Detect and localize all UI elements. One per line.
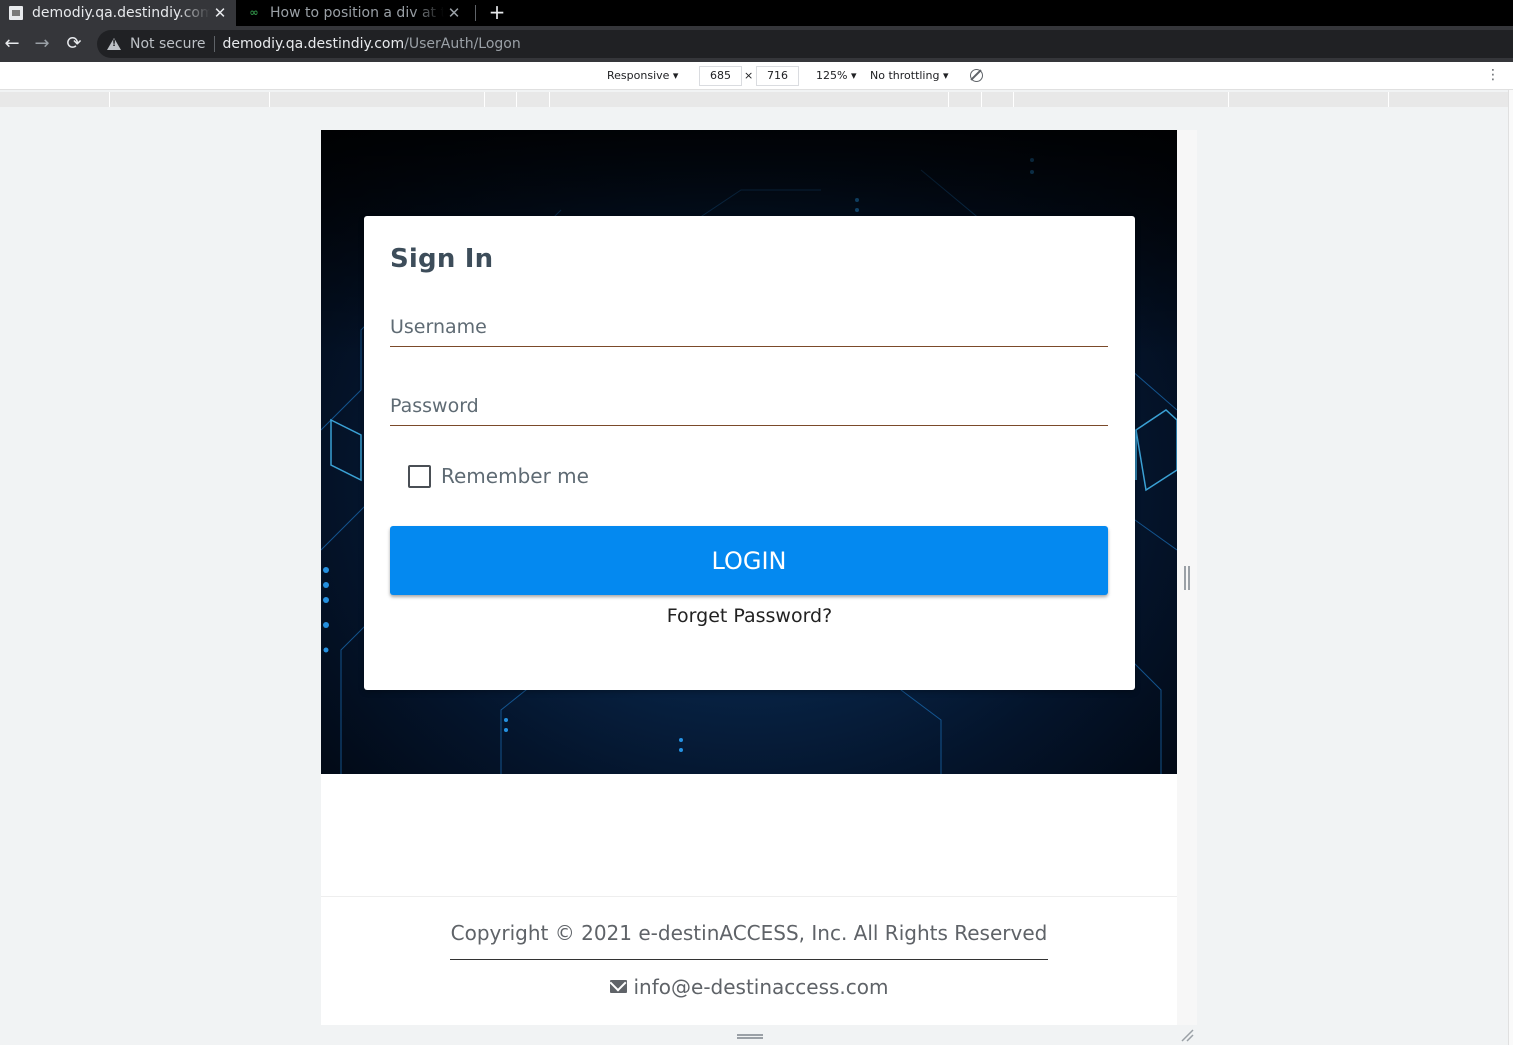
resize-corner-icon[interactable] bbox=[1180, 1028, 1194, 1042]
mail-icon bbox=[609, 980, 627, 993]
url-path: /UserAuth/Logon bbox=[404, 36, 521, 52]
forgot-password-link[interactable]: Forget Password? bbox=[364, 605, 1135, 627]
forward-icon[interactable]: → bbox=[30, 26, 54, 62]
throttling-select[interactable]: No throttling ▾ bbox=[870, 69, 948, 82]
device-toolbar: Responsive ▾ 685 × 716 125% ▾ No throttl… bbox=[0, 62, 1513, 90]
media-query-divider bbox=[948, 92, 949, 107]
hero-background: Sign In Remember me LOGIN Forget Passwor… bbox=[321, 130, 1177, 774]
reload-icon[interactable]: ⟳ bbox=[62, 26, 86, 62]
browser-toolbar: ← → ⟳ Not secure demodiy.qa.destindiy.co… bbox=[0, 26, 1513, 62]
copyright-block: Copyright © 2021 e-destinACCESS, Inc. Al… bbox=[321, 921, 1177, 960]
media-query-bar[interactable] bbox=[0, 92, 1508, 107]
new-tab-button[interactable]: + bbox=[484, 0, 510, 26]
close-tab-icon[interactable]: ✕ bbox=[210, 4, 230, 22]
media-query-divider bbox=[516, 92, 517, 107]
copyright-text: Copyright © 2021 e-destinACCESS, Inc. Al… bbox=[449, 921, 1049, 960]
login-button[interactable]: LOGIN bbox=[390, 526, 1108, 595]
media-query-divider bbox=[549, 92, 550, 107]
media-query-divider bbox=[109, 92, 110, 107]
password-input[interactable] bbox=[390, 388, 1108, 424]
page-favicon-icon bbox=[9, 6, 23, 20]
media-query-divider bbox=[1228, 92, 1229, 107]
page-footer: Copyright © 2021 e-destinACCESS, Inc. Al… bbox=[321, 896, 1177, 1025]
tab-title: How to position a div at the bbox=[270, 5, 444, 21]
warning-icon[interactable] bbox=[107, 38, 121, 50]
remember-me-option[interactable]: Remember me bbox=[408, 464, 589, 488]
media-query-divider bbox=[1013, 92, 1014, 107]
devtools-side-scrollbar[interactable] bbox=[1508, 90, 1513, 1045]
emulated-viewport: Sign In Remember me LOGIN Forget Passwor… bbox=[321, 130, 1177, 1025]
viewport-height-input[interactable]: 716 bbox=[756, 66, 799, 86]
back-icon[interactable]: ← bbox=[0, 26, 24, 62]
tab-title: demodiy.qa.destindiy.com bbox=[32, 5, 210, 21]
username-field[interactable] bbox=[390, 309, 1108, 347]
remember-me-checkbox[interactable] bbox=[408, 464, 431, 488]
resize-handle-right[interactable] bbox=[1184, 566, 1190, 590]
remember-me-label[interactable]: Remember me bbox=[441, 464, 589, 488]
email-link[interactable]: info@e-destinaccess.com bbox=[634, 975, 889, 999]
contact-email[interactable]: info@e-destinaccess.com bbox=[321, 975, 1177, 999]
signin-card: Sign In Remember me LOGIN Forget Passwor… bbox=[364, 216, 1135, 690]
address-bar[interactable]: Not secure demodiy.qa.destindiy.com/User… bbox=[97, 30, 1513, 58]
tab-demodiy[interactable]: demodiy.qa.destindiy.com ✕ bbox=[0, 0, 236, 26]
media-query-divider bbox=[1388, 92, 1389, 107]
url-host: demodiy.qa.destindiy.com bbox=[222, 36, 405, 52]
more-options-icon[interactable]: ⋮ bbox=[1486, 67, 1500, 83]
username-input[interactable] bbox=[390, 309, 1108, 345]
close-tab-icon[interactable]: ✕ bbox=[444, 4, 464, 22]
rotate-icon[interactable] bbox=[970, 69, 983, 82]
media-query-divider bbox=[981, 92, 982, 107]
signin-title: Sign In bbox=[390, 244, 494, 274]
omnibox-divider bbox=[213, 36, 215, 52]
password-field[interactable] bbox=[390, 388, 1108, 426]
device-select[interactable]: Responsive ▾ bbox=[607, 69, 678, 82]
dimension-separator: × bbox=[744, 69, 754, 82]
security-label[interactable]: Not secure bbox=[130, 36, 206, 52]
tab-strip: demodiy.qa.destindiy.com ✕ ∞ How to posi… bbox=[0, 0, 1513, 26]
tab-divider bbox=[475, 5, 476, 21]
gfg-favicon-icon: ∞ bbox=[249, 6, 259, 19]
zoom-select[interactable]: 125% ▾ bbox=[816, 69, 856, 82]
tab-how-to-position[interactable]: ∞ How to position a div at the ✕ bbox=[238, 0, 470, 26]
media-query-divider bbox=[269, 92, 270, 107]
media-query-divider bbox=[484, 92, 485, 107]
resize-handle-bottom[interactable] bbox=[737, 1034, 763, 1039]
viewport-width-input[interactable]: 685 bbox=[699, 66, 742, 86]
